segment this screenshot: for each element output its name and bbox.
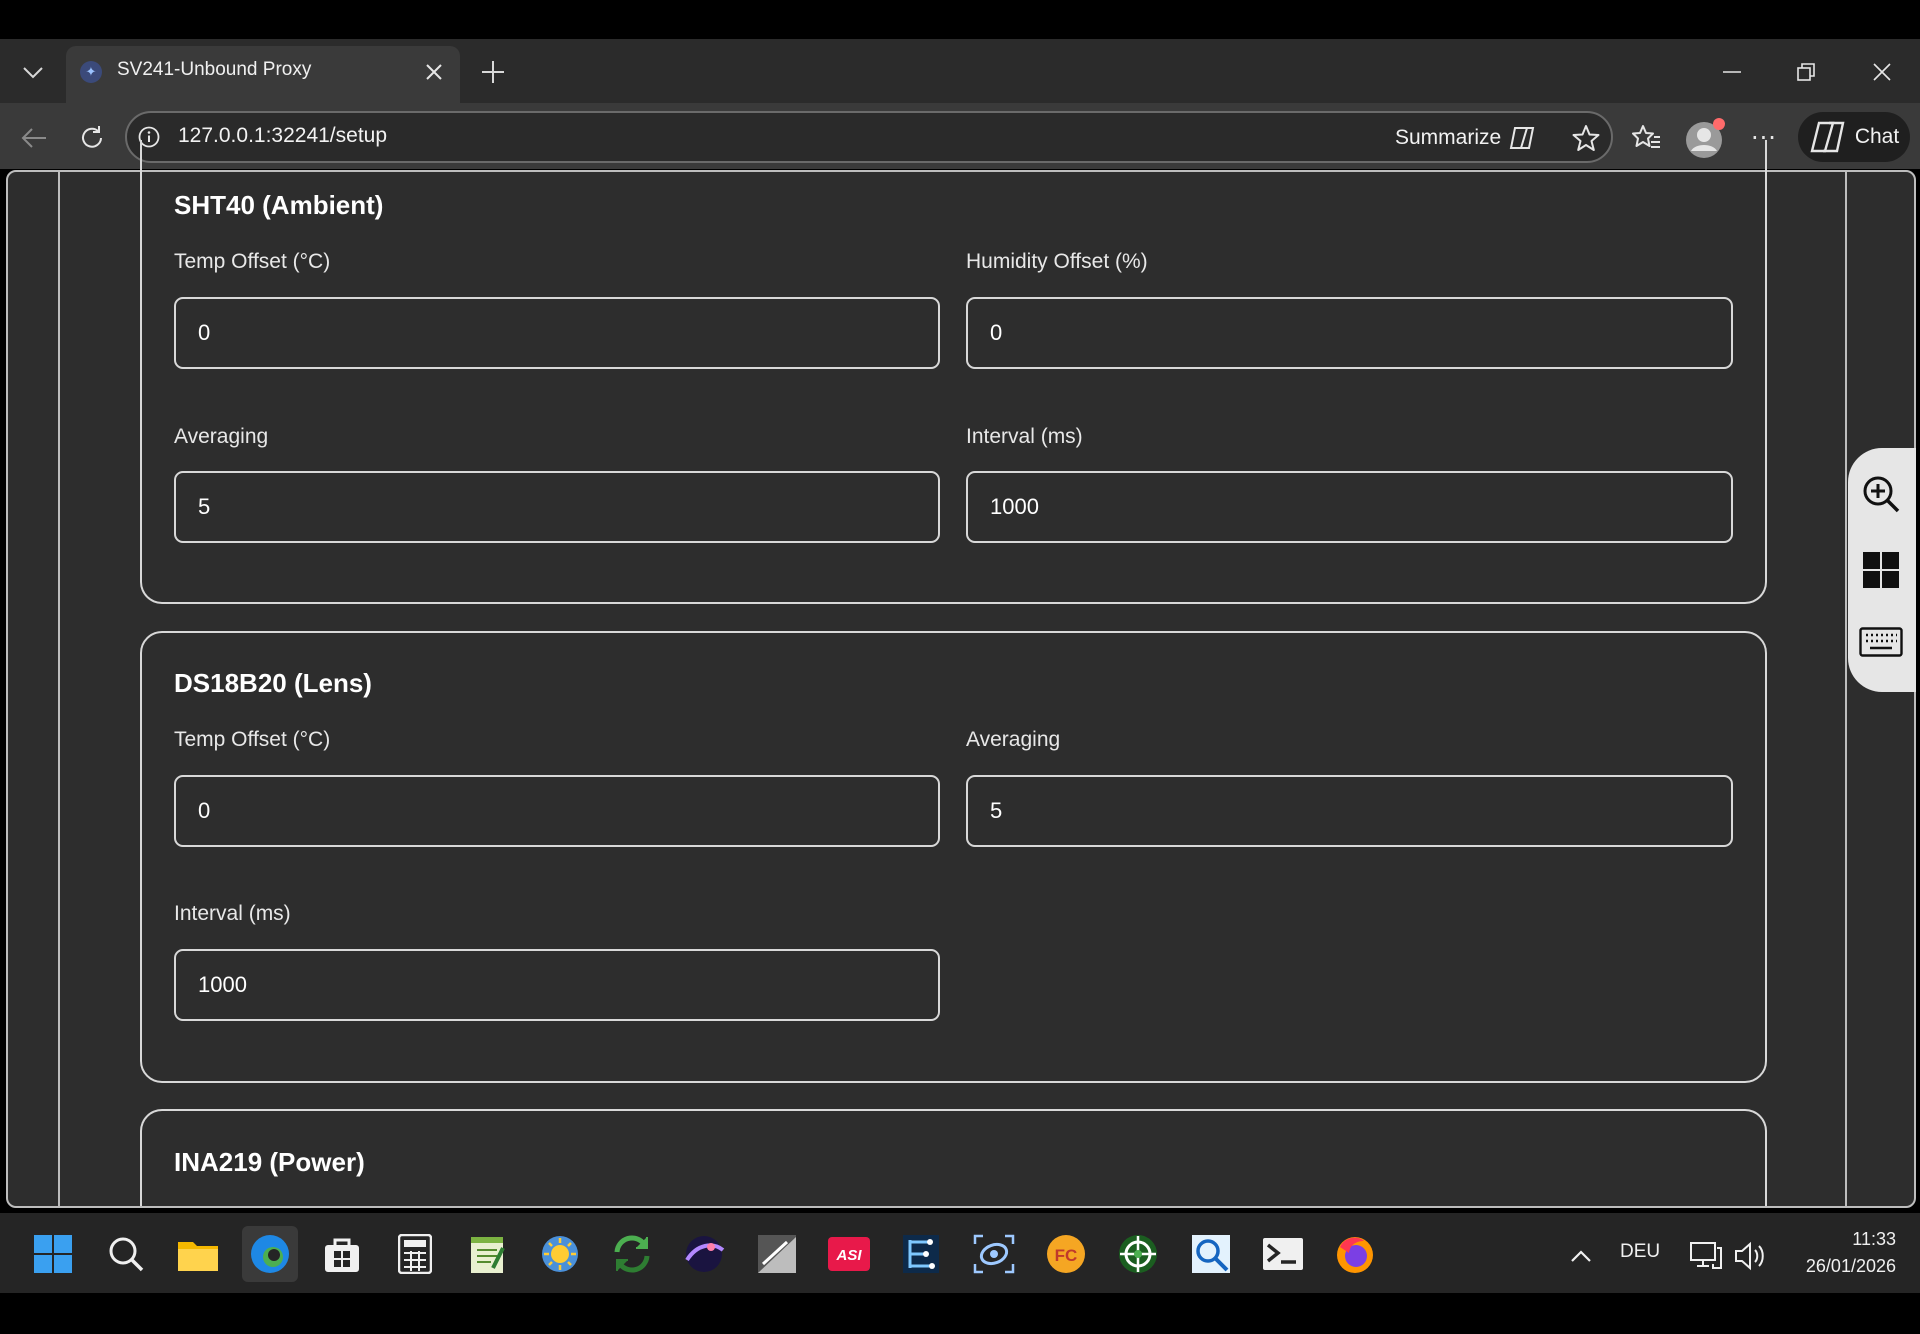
copilot-icon	[1810, 121, 1845, 153]
weather-app-icon[interactable]	[532, 1226, 588, 1282]
right-divider	[1845, 170, 1847, 1208]
image-app-icon[interactable]	[749, 1226, 805, 1282]
sync-icon[interactable]	[604, 1226, 660, 1282]
file-explorer-icon[interactable]	[170, 1226, 226, 1282]
volume-icon[interactable]	[1732, 1238, 1768, 1274]
windows-start-icon[interactable]	[25, 1226, 81, 1282]
network-icon[interactable]	[1688, 1238, 1724, 1274]
humidity-offset-input[interactable]: 0	[966, 297, 1733, 369]
field-label: Interval (ms)	[174, 902, 291, 925]
store-icon[interactable]	[314, 1226, 370, 1282]
terminal-icon[interactable]	[1255, 1226, 1311, 1282]
tab-close-button[interactable]	[420, 56, 448, 88]
temp-offset-input[interactable]: 0	[174, 775, 940, 847]
left-divider	[58, 170, 60, 1208]
proxy-favicon-icon: ✦	[80, 61, 102, 83]
search-icon[interactable]	[98, 1226, 154, 1282]
interval-input[interactable]: 1000	[174, 949, 940, 1021]
search-app-icon[interactable]	[1183, 1226, 1239, 1282]
notepad-icon[interactable]	[459, 1226, 515, 1282]
field-label: Humidity Offset (%)	[966, 250, 1148, 273]
sensor-card-ina219	[140, 1109, 1767, 1206]
grid-button[interactable]	[1857, 546, 1905, 594]
field-label: Averaging	[966, 728, 1061, 751]
calculator-icon[interactable]	[387, 1226, 443, 1282]
section-title: SHT40 (Ambient)	[174, 190, 384, 220]
reload-button[interactable]	[72, 118, 112, 158]
chevron-up-icon	[1571, 1250, 1591, 1262]
svg-text:ASI: ASI	[835, 1247, 862, 1264]
plus-icon	[482, 61, 504, 83]
astro-app-icon[interactable]	[676, 1226, 732, 1282]
averaging-input[interactable]: 5	[174, 471, 940, 543]
clock-date[interactable]: 26/01/2026	[1776, 1256, 1896, 1277]
svg-text:FC: FC	[1055, 1246, 1078, 1265]
field-label: Temp Offset (°C)	[174, 250, 331, 273]
edge-icon[interactable]	[242, 1226, 298, 1282]
tab-list-button[interactable]	[14, 56, 52, 90]
language-indicator[interactable]: DEU	[1620, 1241, 1660, 1263]
fc-icon[interactable]: FC	[1038, 1226, 1094, 1282]
window-close-button[interactable]	[1862, 52, 1902, 92]
keyboard-icon	[1859, 627, 1903, 657]
chart-app-icon[interactable]	[893, 1226, 949, 1282]
averaging-input[interactable]: 5	[966, 775, 1733, 847]
section-title: INA219 (Power)	[174, 1147, 365, 1177]
close-icon	[426, 64, 442, 80]
zoom-in-icon	[1863, 476, 1900, 513]
interval-input[interactable]: 1000	[966, 471, 1733, 543]
field-label: Interval (ms)	[966, 425, 1083, 448]
keyboard-button[interactable]	[1857, 618, 1905, 666]
section-title: DS18B20 (Lens)	[174, 668, 372, 698]
chat-label: Chat	[1854, 125, 1900, 148]
field-label: Averaging	[174, 425, 269, 448]
chevron-down-icon	[23, 67, 43, 79]
grid-icon	[1863, 552, 1899, 588]
firefox-icon[interactable]	[1327, 1226, 1383, 1282]
zoom-in-button[interactable]	[1857, 470, 1905, 518]
tray-overflow-button[interactable]	[1565, 1240, 1597, 1272]
target-app-icon[interactable]	[1110, 1226, 1166, 1282]
clock-time[interactable]: 11:33	[1776, 1229, 1896, 1250]
field-label: Temp Offset (°C)	[174, 728, 331, 751]
arrow-left-icon	[21, 128, 46, 148]
reload-icon	[82, 126, 102, 148]
copilot-chat-button[interactable]: Chat	[1798, 112, 1910, 162]
restore-icon	[1797, 63, 1815, 81]
camera-app-icon[interactable]	[966, 1226, 1022, 1282]
back-button[interactable]	[14, 118, 54, 158]
minimize-button[interactable]	[1712, 52, 1752, 92]
close-icon	[1873, 63, 1891, 81]
new-tab-button[interactable]	[478, 54, 508, 90]
minimize-icon	[1723, 71, 1741, 73]
restore-button[interactable]	[1786, 52, 1826, 92]
tab-title: SV241-Unbound Proxy	[117, 59, 312, 80]
asi-icon[interactable]: ASI	[821, 1226, 877, 1282]
temp-offset-input[interactable]: 0	[174, 297, 940, 369]
